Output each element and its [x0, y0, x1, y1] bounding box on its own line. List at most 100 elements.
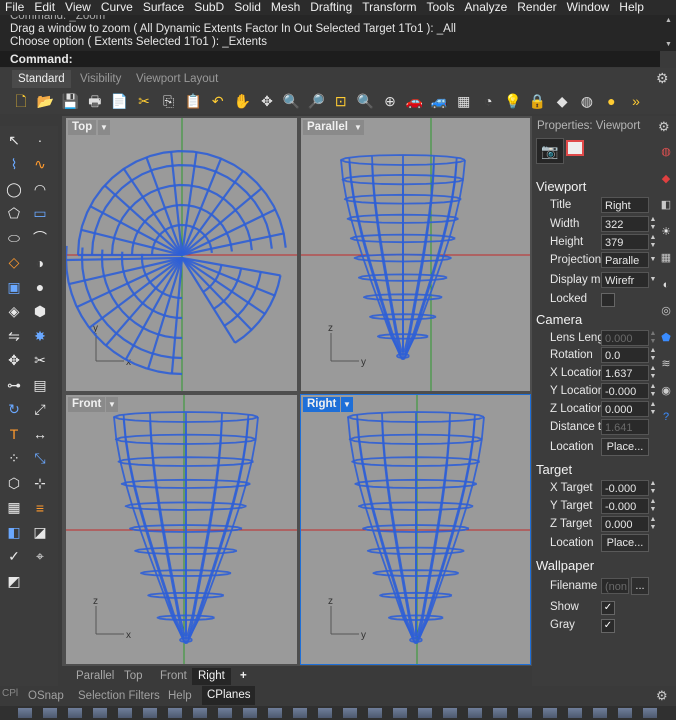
box-icon[interactable]: ▣	[4, 277, 24, 297]
curve-icon[interactable]: ∿	[30, 155, 50, 175]
material-icon[interactable]: ◪	[30, 522, 50, 542]
menu-view[interactable]: View	[60, 0, 96, 15]
print-icon[interactable]: 🖶	[86, 92, 104, 110]
menu-window[interactable]: Window	[562, 0, 615, 15]
command-prompt[interactable]: Command:	[0, 51, 660, 67]
surface-icon[interactable]: ◇	[4, 253, 24, 273]
car-icon[interactable]: 🚗	[406, 92, 424, 110]
menu-edit[interactable]: Edit	[29, 0, 60, 15]
shield-icon[interactable]: ⬟	[658, 330, 674, 346]
scale-icon[interactable]: ⤢	[30, 400, 50, 420]
link-icon[interactable]: ◎	[658, 303, 674, 319]
menu-mesh[interactable]: Mesh	[266, 0, 305, 15]
menu-subd[interactable]: SubD	[189, 0, 229, 15]
viewport-frame-icon[interactable]	[566, 140, 584, 156]
sun-icon[interactable]: ☀	[658, 224, 674, 240]
cplane-icon[interactable]	[243, 708, 257, 718]
render-mesh-icon[interactable]: ◩	[4, 571, 24, 591]
mesh-icon[interactable]: ⬢	[30, 302, 50, 322]
layer-icon[interactable]: ≡	[30, 498, 50, 518]
move-icon[interactable]: ✥	[4, 351, 24, 371]
cplane-icon[interactable]	[343, 708, 357, 718]
more-icon[interactable]: »	[627, 92, 645, 110]
cplane-icon[interactable]	[518, 708, 532, 718]
field-lens-length[interactable]: 0.000	[601, 330, 649, 346]
field-x-location[interactable]: 1.637	[601, 365, 649, 381]
menu-curve[interactable]: Curve	[96, 0, 138, 15]
pan-icon[interactable]: ✋	[233, 92, 251, 110]
viewport-label-right[interactable]: Right	[303, 397, 341, 412]
cplane-icon[interactable]	[218, 708, 232, 718]
command-history-scrollbar[interactable]: ▲ ▼	[662, 15, 676, 51]
car2-icon[interactable]: 🚙	[430, 92, 448, 110]
field-z-location[interactable]: 0.000	[601, 401, 649, 417]
browse-filename-button[interactable]: ...	[631, 577, 649, 595]
polyline-icon[interactable]: ⌇	[4, 155, 24, 175]
dimension-icon[interactable]: ↔	[30, 424, 50, 444]
arc-icon[interactable]: ◠	[30, 179, 50, 199]
field-width[interactable]: 322	[601, 216, 649, 232]
cplane-icon[interactable]	[368, 708, 382, 718]
color-wheel-icon[interactable]: ◍	[658, 144, 674, 160]
cplane-icon[interactable]	[493, 708, 507, 718]
gumball-icon[interactable]: ⊹	[30, 473, 50, 493]
select-display-mode[interactable]: Wirefr	[601, 272, 649, 288]
point-icon[interactable]: ·	[30, 130, 50, 150]
place-target-button[interactable]: Place...	[601, 534, 649, 552]
vp-tab-top[interactable]: Top	[118, 668, 149, 685]
cut-icon[interactable]: ✂	[135, 92, 153, 110]
cplane-icon[interactable]	[268, 708, 282, 718]
explode-icon[interactable]: ✸	[30, 326, 50, 346]
paste-icon[interactable]: 📋	[184, 92, 202, 110]
color-wheel-icon[interactable]: ◍	[578, 92, 596, 110]
sphere-icon[interactable]: ●	[602, 92, 620, 110]
rotate-icon[interactable]: ↻	[4, 400, 24, 420]
tab-viewport-layout[interactable]: Viewport Layout	[130, 70, 224, 88]
group-icon[interactable]: ▤	[30, 375, 50, 395]
text-icon[interactable]: T	[4, 424, 24, 444]
chevron-down-icon[interactable]: ▼	[341, 397, 353, 412]
add-viewport-button[interactable]: +	[234, 668, 253, 685]
transform-icon[interactable]: ⤡	[30, 449, 50, 469]
scroll-down-icon[interactable]: ▼	[665, 41, 672, 48]
chevron-down-icon[interactable]: ▼	[106, 397, 118, 412]
vp-tab-right[interactable]: Right	[192, 668, 231, 685]
menu-transform[interactable]: Transform	[357, 0, 421, 15]
status-tab-help[interactable]: Help	[168, 687, 192, 705]
status-tab-cplanes[interactable]: CPlanes	[202, 686, 256, 705]
field-rotation[interactable]: 0.0	[601, 347, 649, 363]
vp-tab-front[interactable]: Front	[154, 668, 193, 685]
viewport-label-parallel[interactable]: Parallel	[303, 120, 352, 135]
ellipse-icon[interactable]: ⬭	[4, 228, 24, 248]
cplane-icon[interactable]	[643, 708, 657, 718]
menu-render[interactable]: Render	[512, 0, 561, 15]
sphere-icon[interactable]: ●	[30, 277, 50, 297]
camera-icon[interactable]: 📷	[536, 138, 564, 164]
render-icon[interactable]: ◆	[658, 171, 674, 187]
menu-help[interactable]: Help	[614, 0, 649, 15]
cplane-icon[interactable]	[93, 708, 107, 718]
select-icon[interactable]: ↖	[4, 130, 24, 150]
solid-edit-icon[interactable]: ◈	[4, 302, 24, 322]
color-icon[interactable]: ◧	[4, 522, 24, 542]
cplane-icon[interactable]	[18, 708, 32, 718]
select-projection[interactable]: Paralle	[601, 252, 649, 268]
field-y-location[interactable]: -0.000	[601, 383, 649, 399]
cplane-icon[interactable]	[293, 708, 307, 718]
check-icon[interactable]: ✓	[4, 547, 24, 567]
environment-icon[interactable]: ◐	[658, 277, 674, 293]
field-title[interactable]: Right	[601, 197, 649, 213]
field-height[interactable]: 379	[601, 234, 649, 250]
menu-drafting[interactable]: Drafting	[305, 0, 357, 15]
grid-icon[interactable]: ▦	[4, 498, 24, 518]
rotate-view-icon[interactable]: ✥	[258, 92, 276, 110]
menu-surface[interactable]: Surface	[138, 0, 189, 15]
checkbox-gray[interactable]: ✓	[601, 619, 615, 633]
field-distance[interactable]: 1.641	[601, 419, 649, 435]
viewport-right[interactable]: yz Right ▼	[300, 394, 531, 665]
rectangle-icon[interactable]: ▭	[30, 204, 50, 224]
menu-tools[interactable]: Tools	[422, 0, 460, 15]
cplane-icon[interactable]	[393, 708, 407, 718]
cplane-icon[interactable]	[543, 708, 557, 718]
cplane-icon[interactable]	[118, 708, 132, 718]
